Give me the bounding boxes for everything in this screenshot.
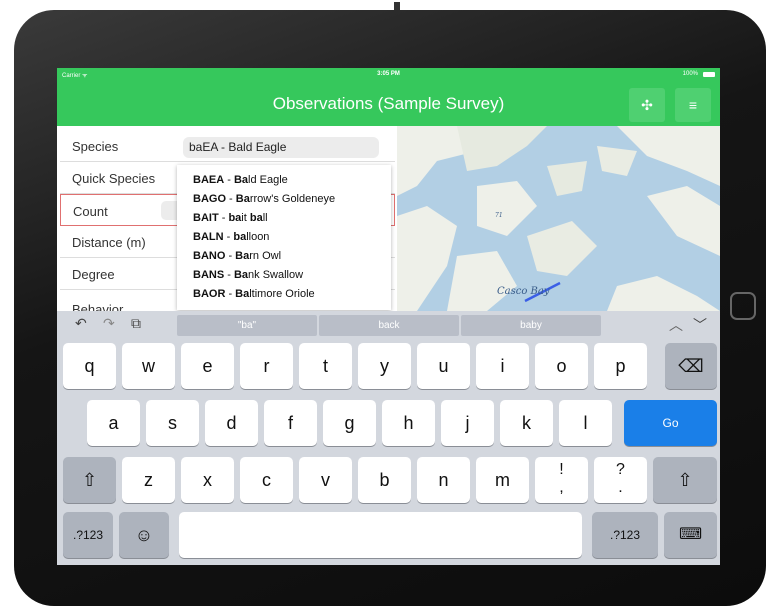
key-m[interactable]: m (476, 457, 529, 503)
map-label-route: 71 (495, 212, 503, 219)
key-l[interactable]: l (559, 400, 612, 446)
numbers-key-right[interactable]: .?123 (592, 512, 658, 558)
move-icon: ✣ (641, 97, 653, 113)
map-land-shapes (397, 126, 720, 311)
suggestion-3[interactable]: baby (461, 315, 601, 336)
distance-label: Distance (m) (72, 235, 146, 250)
key-d[interactable]: d (205, 400, 258, 446)
key-v[interactable]: v (299, 457, 352, 503)
key-i[interactable]: i (476, 343, 529, 389)
key-o[interactable]: o (535, 343, 588, 389)
camera-notch (394, 2, 400, 10)
go-button[interactable]: Go (624, 400, 717, 446)
key-c[interactable]: c (240, 457, 293, 503)
key-w[interactable]: w (122, 343, 175, 389)
autocomplete-item[interactable]: BAGO - Barrow's Goldeneye (193, 193, 335, 205)
backspace-key[interactable]: ⌫ (665, 343, 717, 389)
key-x[interactable]: x (181, 457, 234, 503)
battery-icon (703, 72, 715, 77)
key-t[interactable]: t (299, 343, 352, 389)
autocomplete-item[interactable]: BALN - balloon (193, 231, 269, 243)
key-k[interactable]: k (500, 400, 553, 446)
autocomplete-item[interactable]: BANS - Bank Swallow (193, 269, 303, 281)
move-button[interactable]: ✣ (629, 88, 665, 122)
key-s[interactable]: s (146, 400, 199, 446)
key-g[interactable]: g (323, 400, 376, 446)
emoji-key[interactable]: ☺ (119, 512, 169, 558)
key-r[interactable]: r (240, 343, 293, 389)
next-field-icon[interactable]: ﹀ (693, 315, 707, 335)
key-n[interactable]: n (417, 457, 470, 503)
shift-key-left[interactable]: ⇧ (63, 457, 116, 503)
key-e[interactable]: e (181, 343, 234, 389)
emoji-icon: ☺ (134, 525, 154, 545)
keyboard-icon: ⌨ (678, 526, 703, 543)
autocomplete-item[interactable]: BAEA - Bald Eagle (193, 174, 288, 186)
key-p[interactable]: p (594, 343, 647, 389)
key-j[interactable]: j (441, 400, 494, 446)
autocomplete-item[interactable]: BAOR - Baltimore Oriole (193, 288, 315, 300)
shift-icon: ⇧ (81, 470, 98, 490)
status-bar: Carrier ᯤ 3:05 PM 100% (57, 68, 720, 82)
hide-keyboard-key[interactable]: ⌨ (664, 512, 717, 558)
key-b[interactable]: b (358, 457, 411, 503)
undo-icon[interactable]: ↶ (75, 315, 87, 332)
suggestion-2[interactable]: back (319, 315, 459, 336)
autocomplete-item[interactable]: BAIT - bait ball (193, 212, 268, 224)
key-u[interactable]: u (417, 343, 470, 389)
key-y[interactable]: y (358, 343, 411, 389)
backspace-icon: ⌫ (678, 356, 704, 376)
status-time: 3:05 PM (377, 71, 400, 77)
degree-label: Degree (72, 267, 115, 282)
map-label-bay: Casco Bay (497, 286, 550, 297)
screen: Carrier ᯤ 3:05 PM 100% Observations (Sam… (57, 68, 720, 565)
key-f[interactable]: f (264, 400, 317, 446)
menu-button[interactable]: ≡ (675, 88, 711, 122)
count-label: Count (73, 204, 108, 219)
key-z[interactable]: z (122, 457, 175, 503)
row-species[interactable]: Species baEA - Bald Eagle (60, 130, 395, 162)
species-label: Species (72, 139, 119, 154)
autocomplete-item[interactable]: BANO - Barn Owl (193, 250, 281, 262)
prev-field-icon[interactable]: ︿ (669, 315, 683, 335)
key-a[interactable]: a (87, 400, 140, 446)
keyboard: ↶ ↷ ⧉ "ba" back baby ︿ ﹀ q w e r t y u i… (57, 311, 720, 565)
suggestion-bar: ↶ ↷ ⧉ "ba" back baby ︿ ﹀ (57, 311, 720, 337)
redo-icon[interactable]: ↷ (103, 315, 115, 332)
navbar: Observations (Sample Survey) ✣ ≡ (57, 82, 720, 126)
quick-species-label: Quick Species (72, 171, 156, 186)
battery-label: 100% (682, 71, 698, 77)
species-autocomplete: BAEA - Bald Eagle BAGO - Barrow's Golden… (177, 165, 391, 310)
key-q[interactable]: q (63, 343, 116, 389)
shift-icon: ⇧ (677, 470, 693, 490)
key-h[interactable]: h (382, 400, 435, 446)
home-button[interactable] (730, 292, 756, 320)
space-bar[interactable] (179, 512, 582, 558)
map-view[interactable]: Casco Bay 71 (397, 126, 720, 311)
key-question-period[interactable]: ? . (594, 457, 647, 503)
page-title: Observations (Sample Survey) (272, 94, 505, 113)
suggestion-1[interactable]: "ba" (177, 315, 317, 336)
paste-icon[interactable]: ⧉ (131, 315, 141, 332)
numbers-key-left[interactable]: .?123 (63, 512, 113, 558)
shift-key-right[interactable]: ⇧ (653, 457, 717, 503)
key-exclamation-comma[interactable]: ! , (535, 457, 588, 503)
menu-icon: ≡ (688, 97, 698, 113)
species-input[interactable]: baEA - Bald Eagle (183, 137, 379, 158)
